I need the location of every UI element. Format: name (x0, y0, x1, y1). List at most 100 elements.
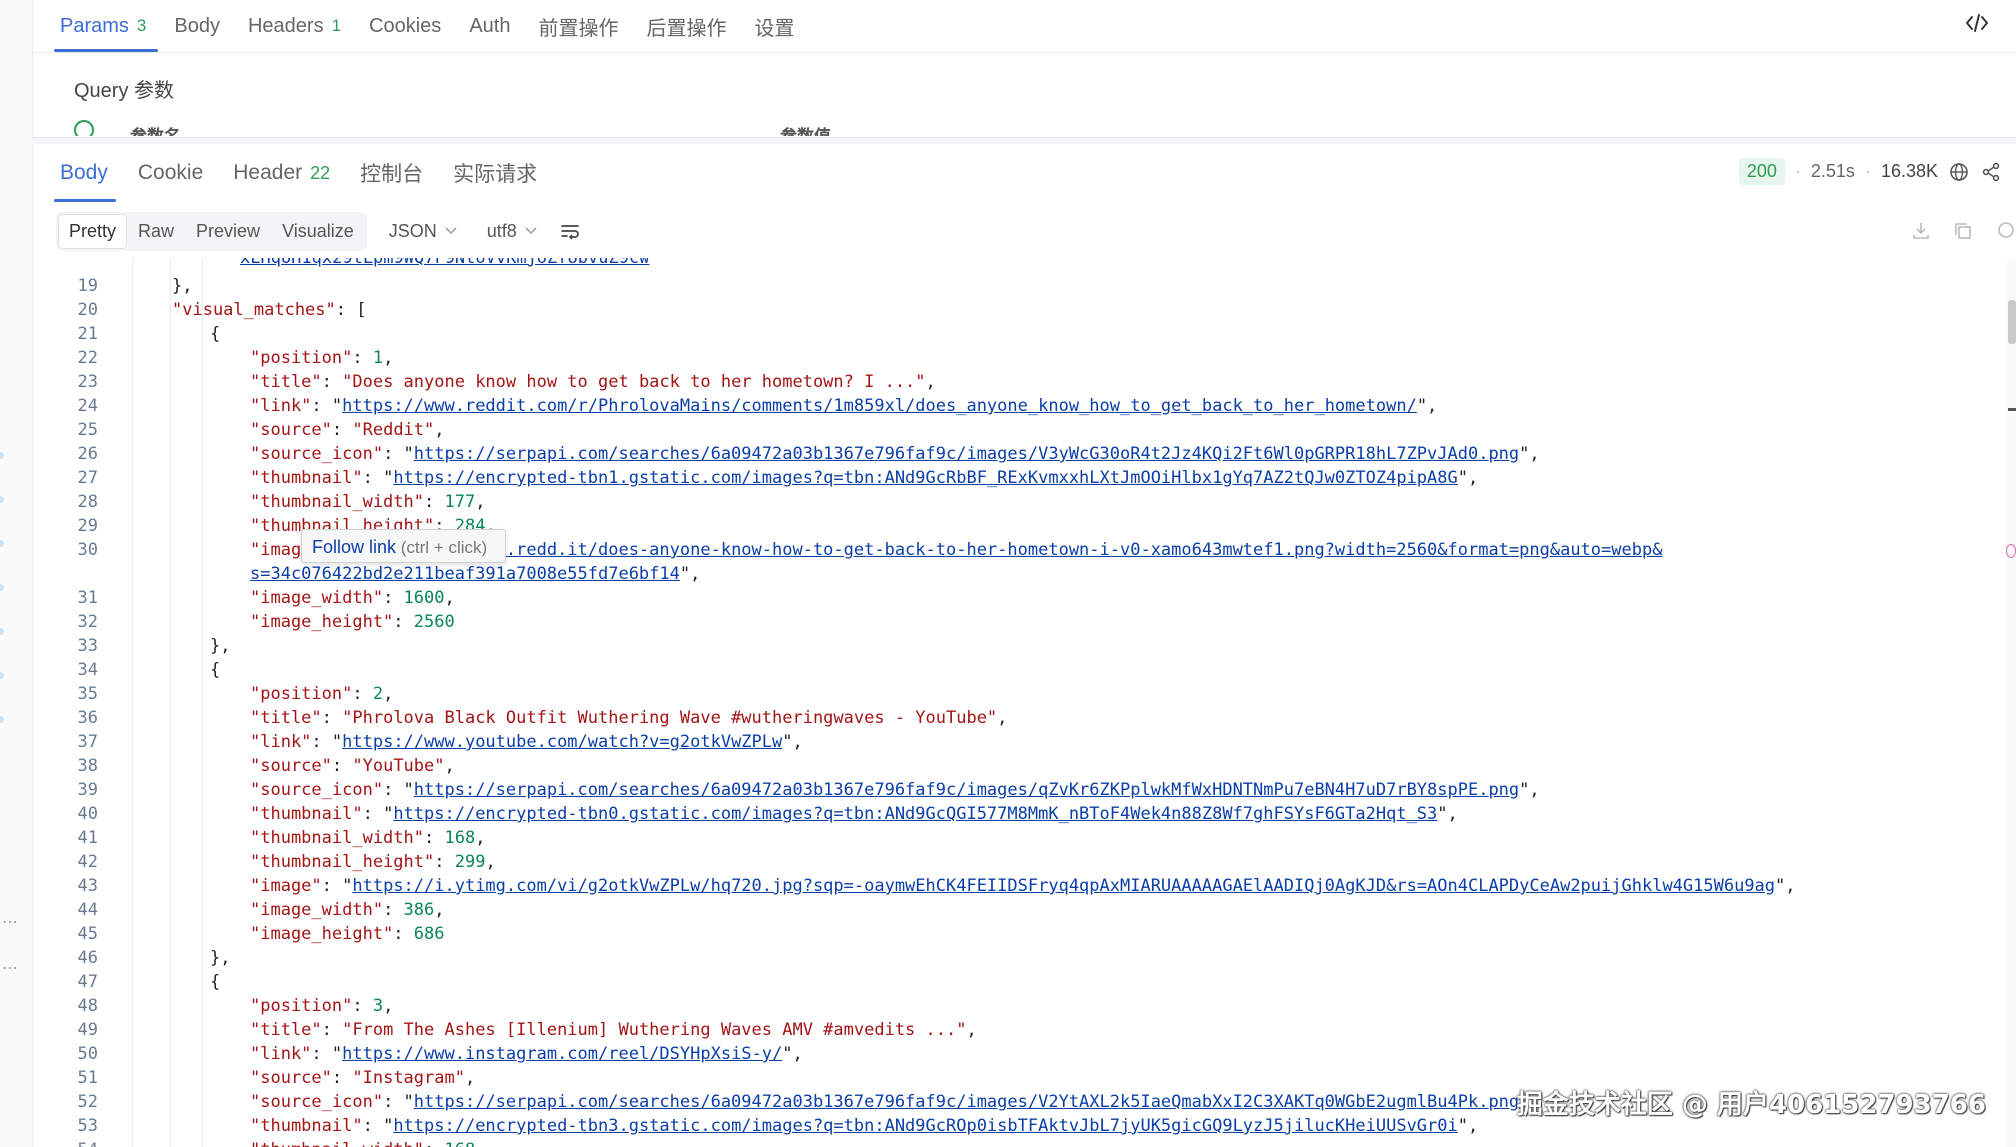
code-link[interactable]: https://serpapi.com/searches/6a09472a03b… (414, 1092, 1519, 1112)
code-link[interactable]: https://www.instagram.com/reel/DSYHpXsiS… (342, 1044, 782, 1064)
json-punctuation: , (925, 372, 936, 392)
json-punctuation: : (321, 372, 343, 392)
json-key: "link" (250, 1044, 312, 1064)
code-line: 27 "thumbnail": "https://encrypted-tbn1.g… (32, 466, 2016, 490)
request-tab-label: Body (174, 14, 220, 37)
code-link[interactable]: https://serpapi.com/searches/6a09472a03b… (414, 780, 1519, 800)
word-wrap-icon[interactable] (559, 220, 581, 242)
response-tab-1[interactable]: Cookie (138, 144, 203, 202)
code-link[interactable]: s=34c076422bd2e211beaf391a7008e55fd7e6bf… (250, 564, 680, 584)
vertical-scrollbar[interactable] (2006, 258, 2016, 1147)
json-key: "source" (250, 756, 332, 776)
scrollbar-thumb[interactable] (2008, 300, 2016, 344)
line-number: 28 (77, 492, 98, 512)
line-number: 53 (77, 1116, 98, 1136)
code-text: }, (210, 946, 230, 970)
globe-icon[interactable] (1948, 161, 1970, 183)
code-partial-line[interactable]: xLHqUH1qx29tLpm9WQ7F9NtoVvKmjoZf8bvuZ9cw (240, 258, 649, 268)
response-body-viewer[interactable]: xLHqUH1qx29tLpm9WQ7F9NtoVvKmjoZf8bvuZ9cw… (32, 258, 2016, 1147)
json-key: "source" (250, 420, 332, 440)
request-tab-4[interactable]: Auth (469, 0, 510, 52)
line-number: 32 (77, 612, 98, 632)
code-snippet-icon[interactable] (1964, 10, 1990, 36)
json-punctuation: ", (782, 1044, 803, 1064)
code-link[interactable]: https://www.reddit.com/r/PhrolovaMains/c… (342, 396, 1417, 416)
encoding-dropdown[interactable]: utf8 (479, 221, 545, 242)
search-icon[interactable] (1994, 220, 2016, 242)
json-punctuation: : (331, 420, 353, 440)
line-number: 20 (77, 300, 98, 320)
line-number: 23 (77, 372, 98, 392)
code-link[interactable]: https://encrypted-tbn3.gstatic.com/image… (393, 1116, 1457, 1136)
json-key: "thumbnail_height" (250, 852, 435, 872)
response-tab-0[interactable]: Body (54, 144, 116, 202)
line-number: 36 (77, 708, 98, 728)
code-text: "source_icon": "https://serpapi.com/sear… (250, 778, 1540, 802)
line-number: 49 (77, 1020, 98, 1040)
response-tab-2[interactable]: Header 22 (233, 144, 330, 202)
request-tab-label: Cookies (369, 14, 442, 37)
code-text: "position": 2, (250, 682, 393, 706)
request-tabs-divider (32, 52, 2016, 53)
code-text: "thumbnail": "https://encrypted-tbn1.gst… (250, 466, 1478, 490)
response-tab-3[interactable]: 控制台 (360, 144, 423, 202)
json-key: "position" (250, 996, 353, 1016)
json-punctuation: : (434, 852, 455, 872)
request-tab-count: 3 (136, 16, 147, 35)
follow-link-tooltip: Follow link (ctrl + click) (301, 529, 506, 563)
view-mode-button[interactable]: Raw (128, 215, 184, 248)
code-link[interactable]: https://encrypted-tbn1.gstatic.com/image… (393, 468, 1457, 488)
json-punctuation: : (383, 900, 404, 920)
view-mode-button[interactable]: Preview (186, 215, 270, 248)
request-tab-1[interactable]: Body (174, 0, 220, 52)
download-icon[interactable] (1910, 220, 1932, 242)
json-punctuation: : (352, 996, 373, 1016)
encoding-dropdown-value: utf8 (486, 220, 517, 241)
json-key: "thumbnail_width" (250, 492, 424, 512)
code-text: { (210, 322, 220, 346)
code-link[interactable]: https://i.ytimg.com/vi/g2otkVwZPLw/hq720… (352, 876, 1775, 896)
sidebar-marker-dot (0, 628, 4, 635)
json-number: 2 (372, 684, 384, 704)
copy-icon[interactable] (1952, 220, 1974, 242)
share-icon[interactable] (1980, 161, 2002, 183)
view-mode-button[interactable]: Pretty (59, 214, 127, 248)
code-line: 35 "position": 2, (32, 682, 2016, 706)
panel-splitter[interactable] (32, 137, 2016, 144)
request-tab-0[interactable]: Params 3 (53, 0, 159, 52)
json-punctuation: : " (362, 804, 394, 824)
line-number: 48 (77, 996, 98, 1016)
code-text: "image_width": 386, (250, 898, 445, 922)
code-line: 36 "title": "Phrolova Black Outfit Wuther… (32, 706, 2016, 730)
line-number: 54 (32, 1138, 98, 1147)
response-tab-4[interactable]: 实际请求 (453, 144, 537, 202)
view-mode-button[interactable]: Visualize (272, 215, 364, 248)
code-link[interactable]: https://serpapi.com/searches/6a09472a03b… (414, 444, 1519, 464)
sidebar-marker-dot (0, 584, 4, 591)
code-link[interactable]: https://preview.redd.it/does-anyone-know… (352, 540, 1662, 560)
request-tab-6[interactable]: 后置操作 (646, 0, 726, 52)
request-tab-3[interactable]: Cookies (369, 0, 441, 52)
sidebar-more-icon[interactable]: ⋯ (2, 912, 18, 932)
json-key: "image_height" (250, 612, 394, 632)
request-tab-7[interactable]: 设置 (754, 0, 794, 52)
json-punctuation: : (424, 492, 445, 512)
sidebar-more-icon[interactable]: ⋯ (2, 958, 18, 978)
code-line: 38 "source": "YouTube", (32, 754, 2016, 778)
code-text: { (210, 658, 220, 682)
code-link[interactable]: https://encrypted-tbn0.gstatic.com/image… (393, 804, 1437, 824)
code-line: 23 "title": "Does anyone know how to get … (32, 370, 2016, 394)
json-key: "title" (250, 708, 322, 728)
code-line: s=34c076422bd2e211beaf391a7008e55fd7e6bf… (32, 562, 2016, 586)
select-all-checkbox[interactable] (74, 120, 94, 136)
code-text: "link": "https://www.reddit.com/r/Phrolo… (250, 394, 1437, 418)
code-line: 34 { (32, 658, 2016, 682)
code-link[interactable]: https://www.youtube.com/watch?v=g2otkVwZ… (342, 732, 782, 752)
request-tab-5[interactable]: 前置操作 (538, 0, 618, 52)
line-number: 50 (77, 1044, 98, 1064)
line-number: 51 (77, 1068, 98, 1088)
format-dropdown[interactable]: JSON (381, 221, 465, 242)
json-key: "link" (250, 732, 312, 752)
request-tab-2[interactable]: Headers 1 (248, 0, 341, 52)
line-number: 25 (77, 420, 98, 440)
